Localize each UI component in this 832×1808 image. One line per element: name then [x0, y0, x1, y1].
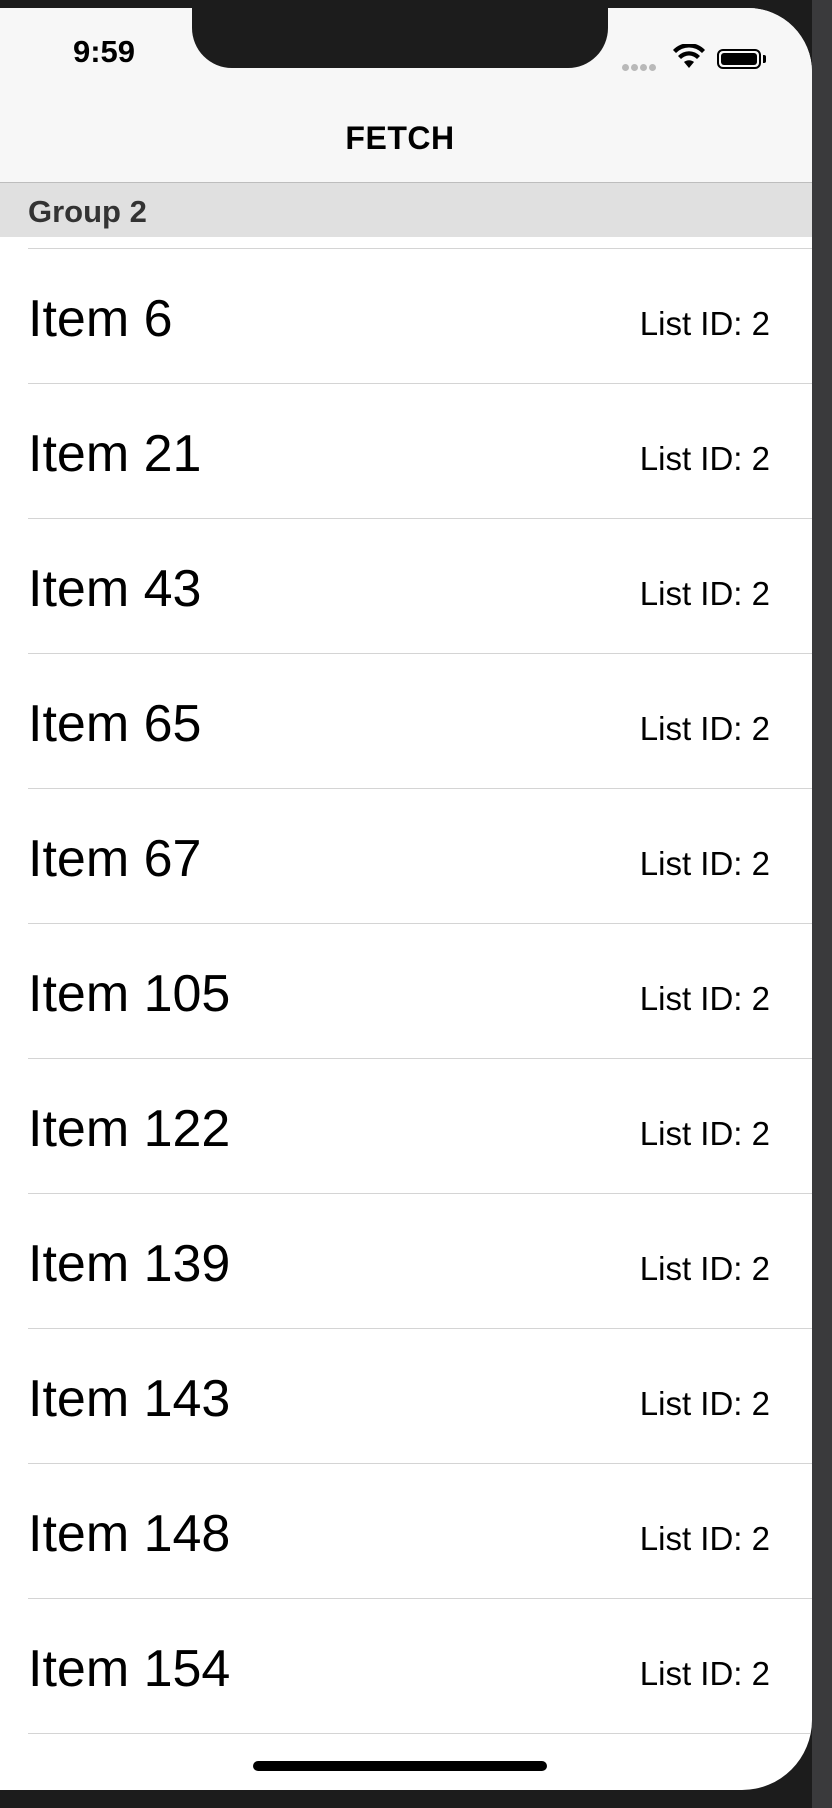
list-item[interactable]: Item 154 List ID: 2 [0, 1599, 812, 1734]
item-name: Item 65 [28, 695, 202, 753]
item-list-id: List ID: 2 [639, 1655, 770, 1692]
item-list: Item 6 List ID: 2 Item 21 List ID: 2 Ite… [0, 249, 812, 1734]
wifi-icon [673, 44, 705, 68]
status-bar: 9:59 [0, 8, 812, 88]
navigation-bar: FETCH [0, 88, 812, 183]
list-item[interactable]: Item 122 List ID: 2 [0, 1059, 812, 1194]
item-list-id: List ID: 2 [639, 305, 770, 342]
row-separator [28, 1733, 812, 1734]
item-name: Item 154 [28, 1640, 231, 1698]
item-list-id: List ID: 2 [639, 1385, 770, 1422]
notch [192, 8, 608, 68]
item-list-id: List ID: 2 [639, 1115, 770, 1152]
section-header: Group 2 [0, 183, 812, 237]
item-name: Item 143 [28, 1370, 231, 1428]
list-item[interactable]: Item 43 List ID: 2 [0, 519, 812, 654]
item-name: Item 148 [28, 1505, 231, 1563]
section-title: Group 2 [28, 194, 147, 229]
list-item[interactable]: Item 139 List ID: 2 [0, 1194, 812, 1329]
list-item[interactable]: Item 148 List ID: 2 [0, 1464, 812, 1599]
item-name: Item 122 [28, 1100, 231, 1158]
device-bezel [812, 0, 832, 1808]
list-item[interactable]: Item 65 List ID: 2 [0, 654, 812, 789]
item-list-id: List ID: 2 [639, 1250, 770, 1287]
list-item[interactable]: Item 21 List ID: 2 [0, 384, 812, 519]
item-name: Item 6 [28, 290, 173, 348]
item-name: Item 43 [28, 560, 202, 618]
item-list-id: List ID: 2 [639, 1520, 770, 1557]
item-list-id: List ID: 2 [639, 440, 770, 477]
page-title: FETCH [345, 120, 455, 156]
list-item[interactable]: Item 6 List ID: 2 [0, 249, 812, 384]
list-item[interactable]: Item 67 List ID: 2 [0, 789, 812, 924]
item-name: Item 105 [28, 965, 231, 1023]
battery-icon [717, 49, 767, 71]
item-name: Item 67 [28, 830, 202, 888]
item-list-id: List ID: 2 [639, 845, 770, 882]
list-item[interactable]: Item 143 List ID: 2 [0, 1329, 812, 1464]
screen: 9:59 FETCH Group 2 Item 6 List ID: 2 Ite… [0, 8, 812, 1790]
item-name: Item 139 [28, 1235, 231, 1293]
item-list-id: List ID: 2 [639, 980, 770, 1017]
item-name: Item 21 [28, 425, 202, 483]
item-list-id: List ID: 2 [639, 575, 770, 612]
signal-dots-icon [622, 58, 662, 71]
item-list-id: List ID: 2 [639, 710, 770, 747]
status-time: 9:59 [72, 34, 136, 69]
list-item[interactable]: Item 105 List ID: 2 [0, 924, 812, 1059]
device-frame: 9:59 FETCH Group 2 Item 6 List ID: 2 Ite… [0, 0, 832, 1808]
home-indicator[interactable] [253, 1761, 547, 1771]
